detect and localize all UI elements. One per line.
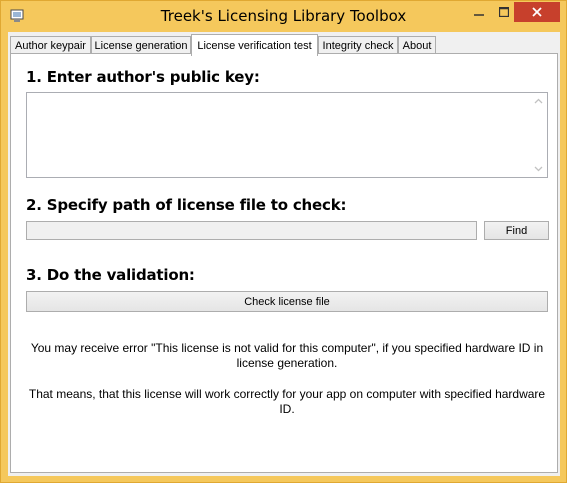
maximize-icon — [499, 7, 509, 17]
info-text-error: You may receive error "This license is n… — [30, 341, 544, 370]
tab-license-verification-test[interactable]: License verification test — [191, 34, 318, 56]
license-path-input[interactable] — [26, 221, 477, 240]
scroll-up-icon[interactable] — [534, 97, 543, 106]
tab-about[interactable]: About — [398, 36, 436, 54]
close-button[interactable] — [514, 2, 560, 22]
minimize-button[interactable] — [465, 2, 493, 22]
textarea-scrollbar[interactable] — [530, 93, 547, 177]
check-license-file-button[interactable]: Check license file — [26, 291, 548, 312]
minimize-icon — [474, 14, 484, 16]
title-bar[interactable]: Treek's Licensing Library Toolbox — [1, 1, 566, 32]
public-key-textarea[interactable] — [26, 92, 548, 178]
step1-heading: 1. Enter author's public key: — [26, 68, 260, 86]
client-area: Author keypair License generation Licens… — [8, 32, 560, 476]
tab-panel-license-verification: 1. Enter author's public key: 2. Specify… — [10, 53, 558, 473]
step3-heading: 3. Do the validation: — [26, 266, 195, 284]
main-window: Treek's Licensing Library Toolbox Author… — [0, 0, 567, 483]
close-icon — [532, 7, 542, 17]
tab-author-keypair[interactable]: Author keypair — [10, 36, 91, 54]
find-button[interactable]: Find — [484, 221, 549, 240]
tab-license-generation[interactable]: License generation — [91, 36, 191, 54]
scroll-down-icon[interactable] — [534, 164, 543, 173]
info-text-hardware: That means, that this license will work … — [28, 387, 546, 416]
step2-heading: 2. Specify path of license file to check… — [26, 196, 347, 214]
tab-integrity-check[interactable]: Integrity check — [318, 36, 398, 54]
